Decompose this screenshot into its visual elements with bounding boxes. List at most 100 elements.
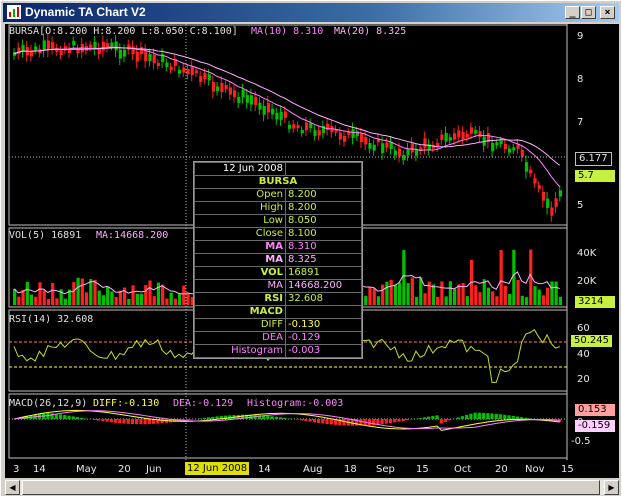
- volume-header: VOL(5) 16891: [9, 230, 82, 241]
- price-candle-body: [262, 105, 266, 115]
- volume-bar: [165, 298, 169, 305]
- ma10-label: MA(10) 8.310: [251, 26, 324, 37]
- scroll-right-button[interactable]: ▶: [604, 480, 619, 495]
- volume-bar: [169, 292, 173, 305]
- chart-app-icon: [7, 5, 21, 19]
- price-candle-body: [114, 41, 118, 51]
- price-candle-body: [139, 47, 144, 55]
- price-candle-body: [241, 89, 245, 98]
- volume-bar: [84, 292, 89, 305]
- volume-bar: [97, 290, 101, 305]
- price-candle-body: [499, 140, 503, 144]
- price-candle-body: [207, 74, 211, 81]
- maximize-button[interactable]: □: [581, 6, 596, 19]
- volume-bar: [368, 287, 372, 305]
- volume-bar: [89, 279, 93, 305]
- price-candle-body: [228, 87, 232, 95]
- title-bar[interactable]: Dynamic TA Chart V2 _ □ ×: [3, 3, 619, 22]
- volume-bar: [29, 294, 34, 305]
- price-candle-body: [491, 142, 495, 152]
- price-candle-body: [275, 112, 279, 120]
- rsi-tick-60: 60: [577, 323, 590, 334]
- price-candle-body: [110, 42, 114, 47]
- x-label-12: 20: [495, 464, 508, 475]
- volume-bar: [372, 288, 376, 305]
- maximize-icon: □: [585, 7, 592, 18]
- macd-hist-tag: 0.153: [575, 404, 615, 416]
- price-candle-body: [537, 185, 541, 189]
- volume-bar: [114, 296, 118, 305]
- price-candle-body: [89, 44, 93, 48]
- price-candle-body: [351, 129, 355, 139]
- price-candle-body: [541, 192, 546, 201]
- volume-bar: [385, 281, 389, 305]
- chart-area[interactable]: BURSA[O:8.200 H:8.200 L:8.050 C:8.100] M…: [5, 24, 619, 478]
- price-candle-body: [469, 127, 474, 134]
- minimize-button[interactable]: _: [565, 6, 580, 19]
- price-candle-body: [42, 40, 46, 51]
- volume-bar: [376, 296, 381, 305]
- volume-bar: [156, 282, 161, 305]
- volume-bar: [503, 285, 507, 305]
- price-candle-body: [343, 135, 347, 142]
- volume-bar: [381, 284, 385, 305]
- arrow-left-icon: ◀: [9, 483, 16, 492]
- volume-bar: [453, 288, 457, 305]
- tooltip-ma20-value: 8.325: [285, 253, 362, 267]
- volume-bar: [398, 282, 402, 305]
- price-candle-body: [118, 49, 122, 59]
- price-candle-body: [554, 198, 558, 207]
- volume-bar: [182, 285, 186, 305]
- tooltip-ma20-key: MA: [194, 253, 286, 267]
- tooltip-vol-key: VOL: [194, 266, 286, 280]
- volume-bar: [76, 277, 80, 305]
- price-candle-body: [444, 132, 448, 142]
- ma20-label: MA(20) 8.325: [334, 26, 407, 37]
- price-candle-body: [182, 67, 186, 73]
- x-label-14: 15: [561, 464, 574, 475]
- tooltip-low-key: Low: [194, 214, 286, 228]
- tooltip-open-value: 8.200: [285, 188, 362, 202]
- price-candle-body: [194, 70, 199, 74]
- volume-bar: [51, 283, 55, 305]
- price-candle-body: [512, 147, 516, 151]
- price-candle-body: [503, 143, 507, 149]
- close-button[interactable]: ×: [600, 6, 615, 19]
- horizontal-scrollbar[interactable]: ◀ ▶: [5, 480, 619, 495]
- price-candle-body: [190, 66, 194, 76]
- price-candle-body: [465, 134, 469, 138]
- volume-bar: [161, 284, 165, 305]
- volume-bar: [508, 293, 512, 305]
- scroll-left-button[interactable]: ◀: [5, 480, 20, 495]
- tooltip-diff-value: -0.130: [285, 318, 362, 332]
- price-tick-9: 9: [577, 31, 584, 42]
- ma-price-tag: 5.7: [575, 170, 615, 182]
- macd-tick-neg05: -0.5: [571, 436, 591, 447]
- price-tick-7: 7: [577, 117, 584, 128]
- volume-bar: [42, 290, 46, 305]
- price-candle-body: [338, 132, 342, 140]
- volume-bar: [436, 296, 440, 305]
- rsi-tag: 50.245: [571, 335, 612, 347]
- price-candle-body: [520, 150, 524, 157]
- price-candle-body: [279, 111, 283, 120]
- price-candle-body: [385, 142, 389, 148]
- rsi-tick-40: 40: [577, 349, 590, 360]
- price-candle-body: [381, 143, 385, 154]
- volume-bar: [491, 291, 495, 305]
- tooltip-open-key: Open: [194, 188, 286, 202]
- scroll-thumb[interactable]: [22, 480, 600, 495]
- volume-bar: [46, 298, 51, 305]
- tooltip-diff-key: DIFF: [194, 318, 286, 332]
- volume-bar: [444, 296, 448, 305]
- volume-bar: [17, 296, 21, 305]
- volume-bar: [516, 279, 520, 305]
- x-label-4: Jun: [146, 464, 162, 475]
- price-candle-body: [123, 49, 127, 57]
- tooltip-ma10-key: MA: [194, 240, 286, 254]
- crosshair-tooltip: 12 Jun 2008 BURSA Open 8.200 High 8.200 Lo…: [193, 161, 363, 359]
- volume-bar: [558, 296, 562, 305]
- volume-bar: [127, 298, 131, 305]
- price-candle-body: [410, 143, 414, 153]
- price-candle-body: [46, 40, 51, 51]
